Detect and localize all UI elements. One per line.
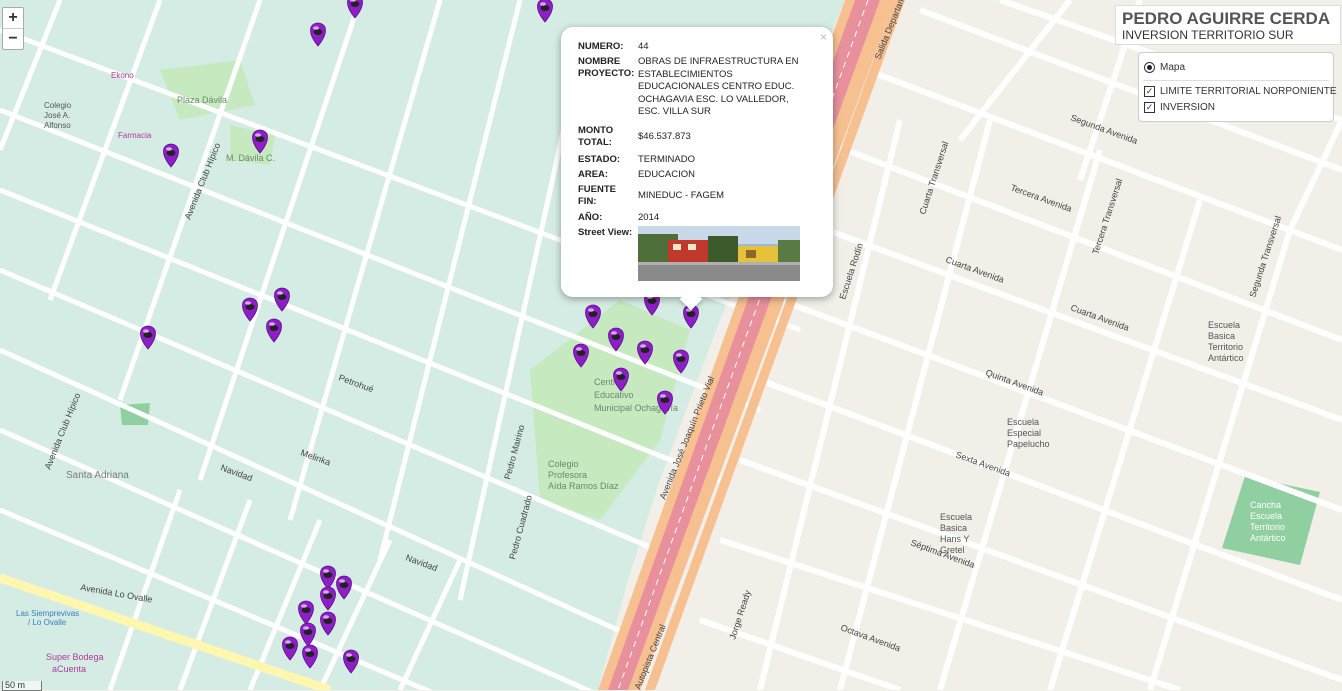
svg-text:Colegio: Colegio [548, 459, 579, 469]
svg-text:José A.: José A. [44, 111, 70, 120]
field-label: ESTADO: [578, 154, 621, 165]
svg-text:Territorio: Territorio [1208, 342, 1243, 352]
svg-text:Hans Y: Hans Y [940, 534, 969, 544]
field-label: AÑO: [578, 212, 603, 223]
svg-text:Antártico: Antártico [1208, 353, 1244, 363]
checkbox[interactable]: ✓ [1144, 86, 1155, 97]
svg-text:Escuela: Escuela [1250, 511, 1282, 521]
map-subtitle: INVERSION TERRITORIO SUR [1122, 28, 1294, 42]
svg-text:aCuenta: aCuenta [52, 664, 86, 674]
overlay-label: INVERSION [1160, 102, 1216, 113]
project-popup: × NUMERO: 44 NOMBRE PROYECTO: OBRAS DE I… [561, 27, 833, 311]
layer-control: Mapa ✓ LIMITE TERRITORIAL NORPONIENTE ✓ … [1138, 52, 1337, 122]
street-view-image[interactable] [638, 226, 800, 281]
field-value: TERMINADO [638, 154, 695, 165]
svg-text:M. Dávila C.: M. Dávila C. [226, 153, 275, 163]
svg-text:Escuela: Escuela [1007, 417, 1039, 427]
field-label: AREA: [578, 169, 609, 180]
svg-text:Territorio: Territorio [1250, 522, 1285, 532]
map-title-box: PEDRO AGUIRRE CERDA INVERSION TERRITORIO… [1115, 5, 1341, 45]
field-label: Street View: [578, 227, 633, 238]
zoom-out-button[interactable]: − [3, 28, 23, 49]
svg-text:Super Bodega: Super Bodega [46, 652, 104, 662]
svg-text:Especial: Especial [1007, 428, 1041, 438]
svg-text:Alfonso: Alfonso [44, 121, 71, 130]
overlay-label: LIMITE TERRITORIAL NORPONIENTE [1160, 86, 1337, 97]
svg-text:Las Siemprevivas: Las Siemprevivas [16, 609, 79, 618]
svg-text:Basica: Basica [1208, 331, 1235, 341]
base-layer-option[interactable]: Mapa [1144, 62, 1185, 73]
svg-text:Farmacia: Farmacia [118, 131, 152, 140]
svg-text:Aída Ramos Díaz: Aída Ramos Díaz [548, 481, 619, 491]
zoom-in-button[interactable]: + [3, 8, 23, 28]
field-value: MINEDUC - FAGEM [638, 190, 725, 201]
field-value: OBRAS DE INFRAESTRUCTURA EN ESTABLECIMIE… [638, 56, 799, 117]
svg-text:Colegio: Colegio [44, 101, 72, 110]
svg-text:Profesora: Profesora [548, 470, 587, 480]
svg-text:Educativo: Educativo [594, 390, 634, 400]
field-label: FUENTE FIN: [578, 184, 616, 207]
svg-text:/ Lo Ovalle: / Lo Ovalle [28, 618, 67, 627]
field-value: EDUCACION [638, 169, 696, 180]
svg-text:Escuela: Escuela [1208, 320, 1240, 330]
close-icon[interactable]: × [820, 30, 827, 44]
base-layer-label: Mapa [1160, 62, 1186, 73]
field-label: NUMERO: [578, 41, 624, 52]
overlay-option-inversion[interactable]: ✓ INVERSION [1144, 102, 1215, 113]
field-label: MONTO TOTAL: [578, 125, 614, 148]
svg-text:Santa Adriana: Santa Adriana [66, 470, 129, 481]
checkbox[interactable]: ✓ [1144, 102, 1155, 113]
overlay-option-limite[interactable]: ✓ LIMITE TERRITORIAL NORPONIENTE [1144, 86, 1337, 97]
field-label: NOMBRE PROYECTO: [578, 56, 635, 79]
map-title: PEDRO AGUIRRE CERDA [1122, 9, 1331, 28]
svg-text:Antártico: Antártico [1250, 533, 1286, 543]
svg-text:Cancha: Cancha [1250, 500, 1281, 510]
field-value: 44 [638, 41, 649, 52]
radio-button[interactable] [1144, 62, 1155, 73]
svg-text:Ekono: Ekono [111, 71, 134, 80]
svg-text:Papelucho: Papelucho [1007, 439, 1050, 449]
scale-bar: 50 m [2, 680, 42, 691]
zoom-control: + − [2, 7, 24, 50]
svg-text:Basica: Basica [940, 523, 967, 533]
svg-text:Plaza Dávila: Plaza Dávila [177, 95, 227, 105]
field-value: $46.537.873 [638, 131, 691, 142]
layer-divider [1143, 80, 1329, 81]
svg-text:Escuela: Escuela [940, 512, 972, 522]
field-value: 2014 [638, 212, 660, 223]
